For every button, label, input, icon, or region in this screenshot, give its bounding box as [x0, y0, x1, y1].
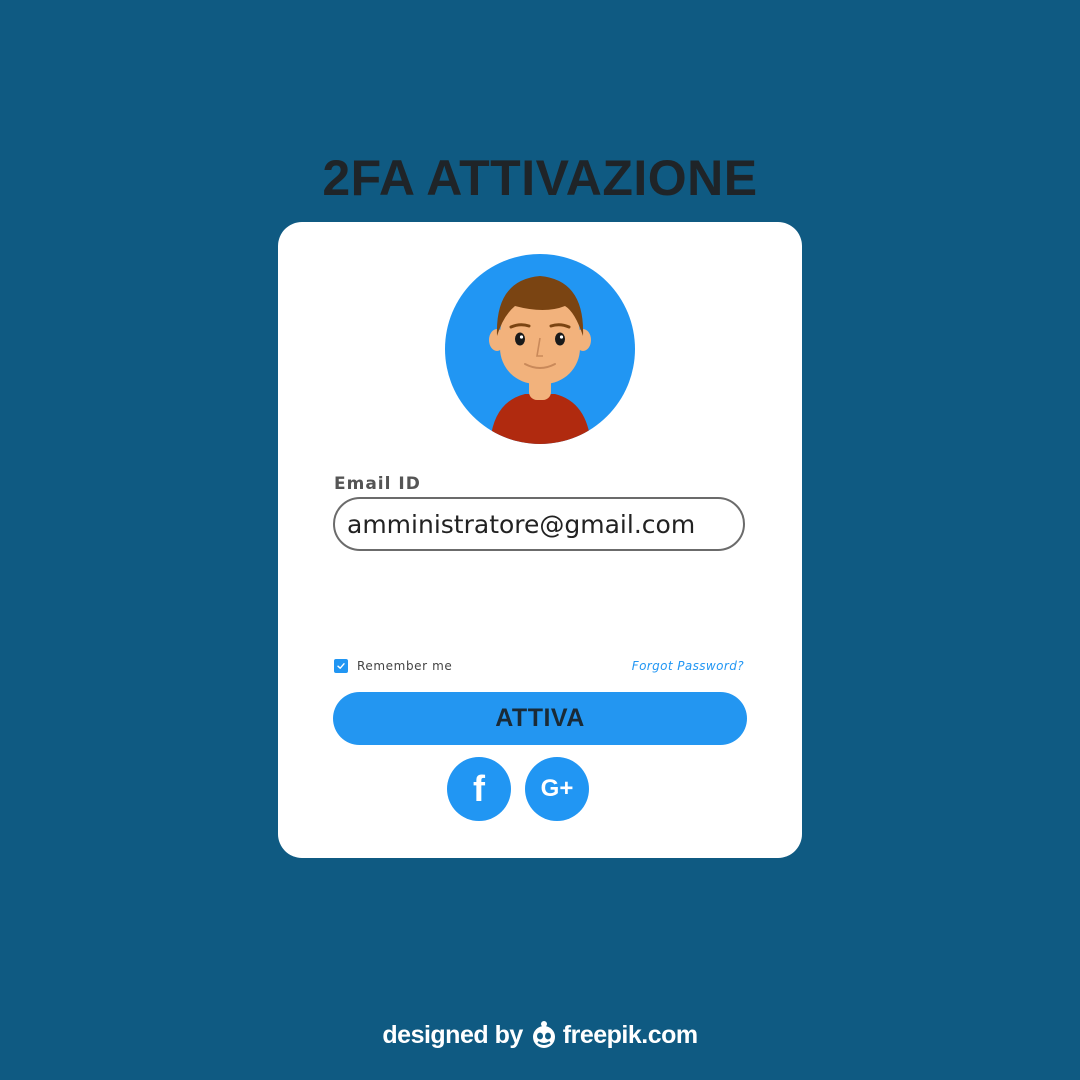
credit-footer: designed by freepik.com [0, 1020, 1080, 1050]
email-label: Email ID [334, 474, 421, 494]
forgot-password-link[interactable]: Forgot Password? [632, 659, 744, 673]
facebook-icon: f [473, 768, 485, 809]
remember-me-toggle[interactable]: Remember me [334, 659, 452, 673]
email-field[interactable] [333, 497, 745, 551]
facebook-login-button[interactable]: f [447, 757, 511, 821]
checkmark-icon [337, 663, 345, 669]
credit-brand: freepik.com [562, 1020, 698, 1049]
activate-button[interactable]: ATTIVA [333, 692, 747, 745]
remember-me-label: Remember me [357, 659, 453, 673]
credit-prefix: designed by [382, 1020, 523, 1049]
freepik-logo-icon [529, 1020, 559, 1050]
user-avatar-icon [445, 254, 635, 444]
google-plus-icon: G+ [540, 775, 574, 802]
remember-me-checkbox[interactable] [334, 659, 348, 673]
page-title: 2FA ATTIVAZIONE [322, 150, 758, 206]
activation-card: Email ID Remember me Forgot Password? AT… [278, 222, 802, 858]
google-plus-login-button[interactable]: G+ [525, 757, 589, 821]
